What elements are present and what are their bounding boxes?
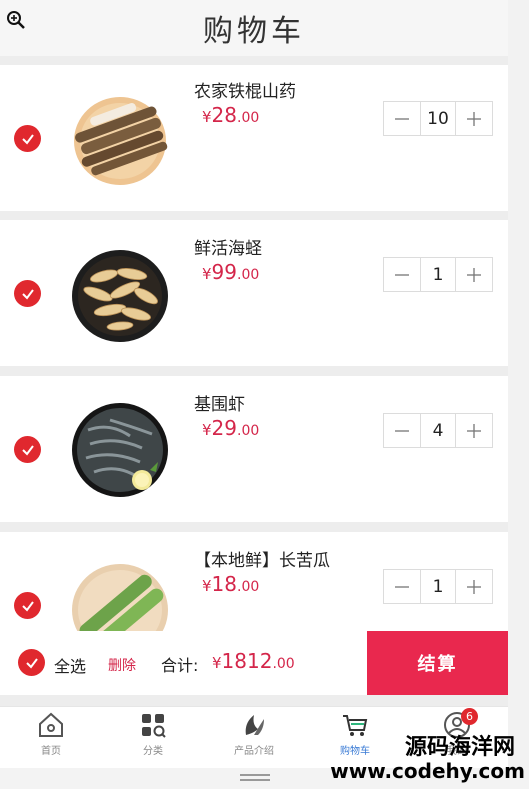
price-decimal: .00 xyxy=(237,423,260,439)
quantity-stepper: 1 xyxy=(383,257,493,292)
currency-symbol: ¥ xyxy=(202,421,212,439)
currency-symbol: ¥ xyxy=(202,577,212,595)
check-icon xyxy=(21,600,34,612)
item-checkbox[interactable] xyxy=(14,436,41,463)
checkout-bar: 全选 删除 合计: ¥1812.00 结算 xyxy=(0,631,508,695)
product-image-razor-clam[interactable] xyxy=(70,246,170,346)
product-price: ¥18.00 xyxy=(202,572,259,596)
tab-category[interactable]: 分类 xyxy=(113,711,193,757)
price-integer: 99 xyxy=(211,260,237,284)
total-integer: 1812 xyxy=(221,649,273,673)
quantity-value[interactable]: 10 xyxy=(420,102,456,135)
checkout-button[interactable]: 结算 xyxy=(367,631,508,695)
item-checkbox[interactable] xyxy=(14,280,41,307)
quantity-value[interactable]: 4 xyxy=(420,414,456,447)
decrement-button[interactable] xyxy=(384,258,420,291)
tab-label: 分类 xyxy=(143,746,163,757)
cart-icon xyxy=(343,715,368,736)
cart-item: 基围虾 ¥29.00 4 xyxy=(0,376,508,522)
decrement-button[interactable] xyxy=(384,570,420,603)
minus-icon xyxy=(395,429,410,432)
tab-home[interactable]: 首页 xyxy=(11,711,91,757)
home-icon xyxy=(39,712,63,737)
tab-label: 产品介绍 xyxy=(234,746,274,757)
check-icon xyxy=(21,288,34,300)
tab-label: 首页 xyxy=(41,746,61,757)
check-icon xyxy=(25,657,38,669)
minus-icon xyxy=(395,585,410,588)
plus-icon xyxy=(466,423,481,438)
plus-icon xyxy=(466,579,481,594)
minus-icon xyxy=(395,117,410,120)
category-icon xyxy=(142,714,166,738)
product-price: ¥28.00 xyxy=(202,103,259,127)
item-checkbox[interactable] xyxy=(14,592,41,619)
select-all-label[interactable]: 全选 xyxy=(54,653,86,677)
item-checkbox[interactable] xyxy=(14,125,41,152)
increment-button[interactable] xyxy=(456,258,492,291)
currency-symbol: ¥ xyxy=(202,108,212,126)
quantity-stepper: 4 xyxy=(383,413,493,448)
product-image-yam[interactable] xyxy=(70,89,170,189)
price-decimal: .00 xyxy=(237,110,260,126)
total-decimal: .00 xyxy=(272,656,295,672)
minus-icon xyxy=(395,273,410,276)
product-price: ¥29.00 xyxy=(202,416,259,440)
price-decimal: .00 xyxy=(237,267,260,283)
quantity-stepper: 10 xyxy=(383,101,493,136)
drag-handle[interactable] xyxy=(240,774,270,781)
check-icon xyxy=(21,444,34,456)
product-price: ¥99.00 xyxy=(202,260,259,284)
decrement-button[interactable] xyxy=(384,414,420,447)
price-integer: 29 xyxy=(211,416,237,440)
increment-button[interactable] xyxy=(456,414,492,447)
product-image-shrimp[interactable] xyxy=(70,400,170,500)
product-name[interactable]: 基围虾 xyxy=(194,390,245,415)
quantity-value[interactable]: 1 xyxy=(420,258,456,291)
notification-badge: 6 xyxy=(461,708,478,725)
price-integer: 18 xyxy=(211,572,237,596)
cart-item: 鲜活海蛏 ¥99.00 1 xyxy=(0,220,508,366)
check-icon xyxy=(21,133,34,145)
price-decimal: .00 xyxy=(237,579,260,595)
cart-item: 农家铁棍山药 ¥28.00 10 xyxy=(0,65,508,211)
right-edge-panel xyxy=(508,0,529,789)
watermark-line1: 源码海洋网 xyxy=(404,735,515,760)
header-bar: 购物车 xyxy=(0,0,508,56)
total-label: 合计: xyxy=(161,656,199,675)
currency-symbol: ¥ xyxy=(212,654,222,672)
plus-icon xyxy=(466,111,481,126)
product-name[interactable]: 鲜活海蛏 xyxy=(194,234,262,259)
page-title: 购物车 xyxy=(203,14,305,49)
quantity-stepper: 1 xyxy=(383,569,493,604)
watermark-line2: www.codehy.com xyxy=(330,759,525,784)
watermark: 源码海洋网 www.codehy.com xyxy=(324,735,529,784)
select-all-checkbox[interactable] xyxy=(18,649,45,676)
delete-button[interactable]: 删除 xyxy=(108,655,136,675)
currency-symbol: ¥ xyxy=(202,265,212,283)
decrement-button[interactable] xyxy=(384,102,420,135)
product-name[interactable]: 【本地鲜】长苦瓜 xyxy=(194,546,330,571)
tab-product-intro[interactable]: 产品介绍 xyxy=(214,711,294,757)
price-integer: 28 xyxy=(211,103,237,127)
quantity-value[interactable]: 1 xyxy=(420,570,456,603)
total-price: ¥1812.00 xyxy=(212,649,295,673)
increment-button[interactable] xyxy=(456,570,492,603)
plus-icon xyxy=(466,267,481,282)
increment-button[interactable] xyxy=(456,102,492,135)
product-icon xyxy=(245,715,264,735)
product-name[interactable]: 农家铁棍山药 xyxy=(194,77,296,102)
